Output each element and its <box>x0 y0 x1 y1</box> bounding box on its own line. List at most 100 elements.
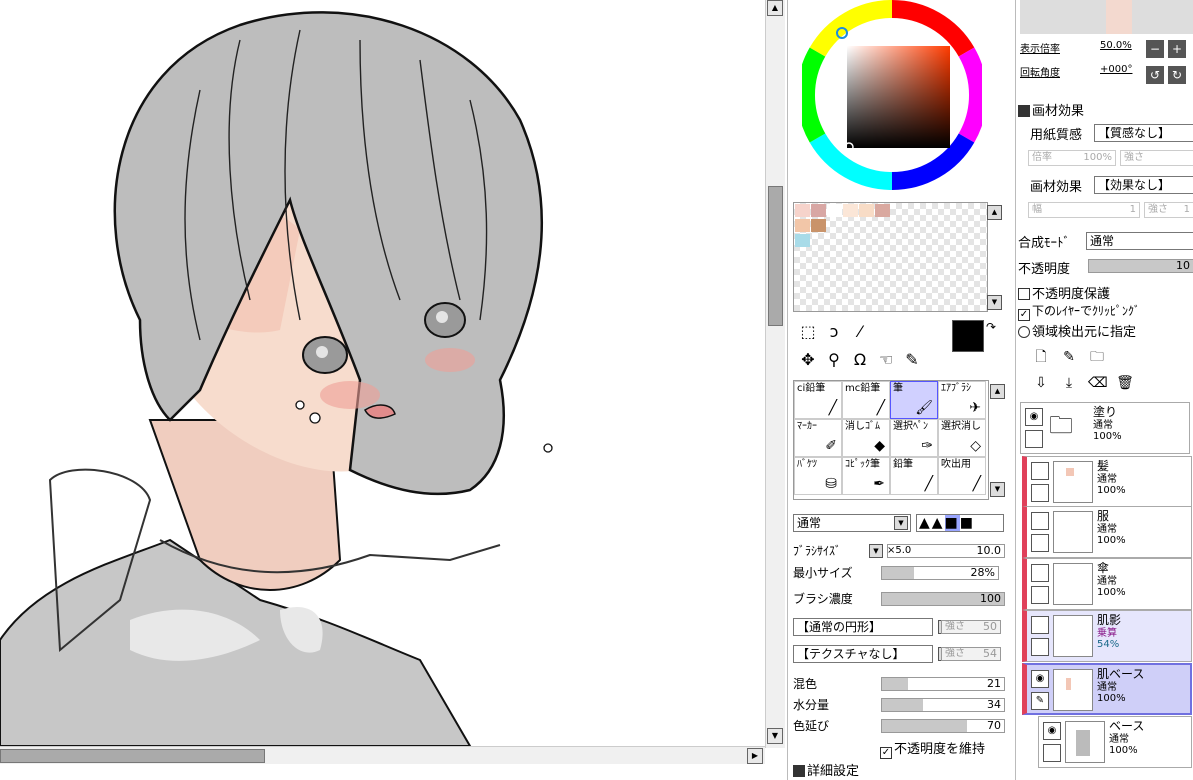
swatch[interactable] <box>811 204 826 217</box>
rotation-value[interactable]: +000° <box>1100 64 1132 75</box>
zoom-in-icon[interactable]: + <box>1168 40 1186 58</box>
new-folder-icon[interactable]: 🗀 <box>1088 348 1106 366</box>
visibility-toggle[interactable] <box>1031 564 1049 582</box>
transfer-down-icon[interactable]: ⇩ <box>1032 374 1050 392</box>
layer-row[interactable]: 肌影 乗算 54% <box>1022 610 1192 662</box>
texture-strength-slider[interactable]: 強さ 54 <box>941 647 1001 661</box>
visibility-eye-icon[interactable]: ◉ <box>1043 722 1061 740</box>
brush-tool-5[interactable]: 消しｺﾞﾑ ◆ <box>842 419 890 457</box>
rect-select-icon[interactable]: ⬚ <box>796 320 820 344</box>
rotate-view-icon[interactable]: Ω <box>848 348 872 372</box>
swatch[interactable] <box>827 204 842 217</box>
hand-icon[interactable]: ☜ <box>874 348 898 372</box>
paper-strength-field[interactable]: 強さ <box>1120 150 1193 166</box>
zoom-value[interactable]: 50.0% <box>1100 40 1132 51</box>
palette-scroll-down[interactable]: ▼ <box>987 295 1002 310</box>
layer-blend-select[interactable]: 通常 <box>1086 232 1193 250</box>
swatch[interactable] <box>875 204 890 217</box>
brush-shape-select[interactable]: 【通常の円形】▼ <box>793 618 952 636</box>
min-size-slider[interactable]: 28% <box>881 566 999 580</box>
material-effects-header[interactable]: 画材効果 <box>1018 100 1084 119</box>
layer-row[interactable]: ◉ ベース 通常 100% <box>1038 716 1192 768</box>
horizontal-scroll-thumb[interactable] <box>0 749 265 763</box>
scroll-down-arrow[interactable]: ▼ <box>767 728 783 744</box>
canvas-vertical-scrollbar[interactable]: ▲ ▼ <box>765 0 785 748</box>
color-wheel[interactable] <box>802 0 982 195</box>
move-icon[interactable]: ✥ <box>796 348 820 372</box>
layer-row[interactable]: 髪 通常 100% <box>1022 456 1192 508</box>
delete-layer-icon[interactable]: 🗑 <box>1116 374 1134 392</box>
rotate-left-icon[interactable]: ↺ <box>1146 66 1164 84</box>
lock-toggle[interactable] <box>1031 534 1049 552</box>
merge-down-icon[interactable]: ⤓ <box>1060 374 1078 392</box>
lock-toggle[interactable] <box>1031 638 1049 656</box>
brush-size-slider[interactable]: 10.0 <box>887 544 1005 558</box>
layer-opacity-slider[interactable]: 10 <box>1088 259 1193 273</box>
swatch[interactable] <box>795 204 810 217</box>
protect-opacity-checkbox[interactable]: 不透明度保護 <box>1018 283 1110 302</box>
zoom-icon[interactable]: ⚲ <box>822 348 846 372</box>
magnification-field[interactable]: 倍率 100% <box>1028 150 1116 166</box>
brush-tool-8[interactable]: ﾊﾞｹﾂ ⛁ <box>794 457 842 495</box>
lock-toggle[interactable] <box>1025 430 1043 448</box>
lasso-icon[interactable]: ↄ <box>822 320 846 344</box>
detail-settings-toggle[interactable]: 詳細設定 <box>793 760 859 779</box>
layer-row[interactable]: ◉ 🗀 塗り 通常 100% <box>1020 402 1190 454</box>
brush-tool-1[interactable]: mc鉛筆 ╱ <box>842 381 890 419</box>
visibility-toggle[interactable] <box>1031 462 1049 480</box>
clipping-checkbox[interactable]: ✓ 下のﾚｲﾔｰでｸﾘｯﾋﾟﾝｸﾞ <box>1018 302 1140 321</box>
brush-tool-2[interactable]: 筆 🖌 <box>890 381 938 419</box>
rotate-right-icon[interactable]: ↻ <box>1168 66 1186 84</box>
brush-tool-3[interactable]: ｴｱﾌﾞﾗｼ ✈ <box>938 381 986 419</box>
primary-color[interactable] <box>952 320 984 352</box>
effect-strength-field[interactable]: 強さ 1 <box>1144 202 1193 218</box>
effect-width-field[interactable]: 幅1 <box>1028 202 1140 218</box>
layer-row[interactable]: 服 通常 100% <box>1022 506 1192 558</box>
visibility-toggle[interactable] <box>1031 512 1049 530</box>
visibility-eye-icon[interactable]: ◉ <box>1025 408 1043 426</box>
magic-wand-icon[interactable]: ⁄ <box>848 320 872 344</box>
new-layer-icon[interactable]: 🗋 <box>1032 348 1050 366</box>
keep-opacity-checkbox[interactable]: ✓ 不透明度を維持 <box>880 738 985 759</box>
brush-blend-mode-select[interactable]: 通常 ▼ <box>793 514 911 532</box>
swatch[interactable] <box>843 204 858 217</box>
lock-toggle[interactable] <box>1031 586 1049 604</box>
canvas-horizontal-scrollbar[interactable]: ▶ <box>0 746 765 764</box>
zoom-out-icon[interactable]: − <box>1146 40 1164 58</box>
brush-tool-6[interactable]: 選択ﾍﾟﾝ ✑ <box>890 419 938 457</box>
eyedropper-icon[interactable]: ✎ <box>900 348 924 372</box>
shape-strength-slider[interactable]: 強さ 50 <box>941 620 1001 634</box>
palette-scroll-up[interactable]: ▲ <box>987 205 1002 220</box>
new-linework-icon[interactable]: ✎ <box>1060 348 1078 366</box>
lock-toggle[interactable] <box>1031 484 1049 502</box>
visibility-toggle[interactable] <box>1031 616 1049 634</box>
paper-texture-select[interactable]: 【質感なし】 <box>1094 124 1193 142</box>
swatch[interactable] <box>859 204 874 217</box>
clear-layer-icon[interactable]: ⌫ <box>1088 374 1108 392</box>
brush-grid-scroll-down[interactable]: ▼ <box>990 482 1005 497</box>
color-swatch-palette[interactable]: ▲ ▼ <box>793 202 1002 312</box>
scroll-right-arrow[interactable]: ▶ <box>747 748 763 764</box>
layer-row-selected[interactable]: ◉ ✎ 肌ベース 通常 100% <box>1022 663 1192 715</box>
drawing-canvas[interactable] <box>0 0 765 780</box>
swatch[interactable] <box>795 219 810 232</box>
brush-hardness-selector[interactable]: ▲▲■■ <box>916 514 1004 532</box>
blend-slider[interactable]: 21 <box>881 677 1005 691</box>
layer-row[interactable]: 傘 通常 100% <box>1022 558 1192 610</box>
stretch-slider[interactable]: 70 <box>881 719 1005 733</box>
brush-tool-9[interactable]: ｺﾋﾟｯｸ筆 ✒ <box>842 457 890 495</box>
brush-texture-select[interactable]: 【テクスチャなし】▼ <box>793 645 952 663</box>
brush-tool-4[interactable]: ﾏｰｶｰ ✐ <box>794 419 842 457</box>
swap-colors-icon[interactable]: ↷ <box>986 320 996 334</box>
swatch[interactable] <box>811 219 826 232</box>
brush-grid-scroll-up[interactable]: ▲ <box>990 384 1005 399</box>
lock-toggle[interactable] <box>1043 744 1061 762</box>
brush-tool-7[interactable]: 選択消し ◇ <box>938 419 986 457</box>
effect-select[interactable]: 【効果なし】 <box>1094 176 1193 194</box>
brush-tool-11[interactable]: 吹出用 ╱ <box>938 457 986 495</box>
swatch[interactable] <box>795 234 810 247</box>
scroll-up-arrow[interactable]: ▲ <box>767 0 783 16</box>
edit-pen-icon[interactable]: ✎ <box>1031 692 1049 710</box>
vertical-scroll-thumb[interactable] <box>768 186 783 326</box>
water-slider[interactable]: 34 <box>881 698 1005 712</box>
